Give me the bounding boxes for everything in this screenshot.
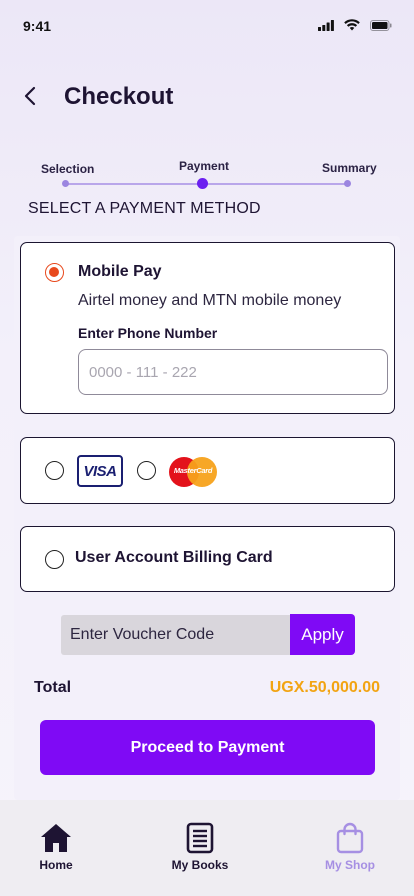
nav-label-my-books: My Books	[171, 858, 229, 872]
billing-card-radio[interactable]	[45, 550, 64, 569]
header: Checkout	[0, 80, 414, 116]
status-bar: 9:41	[0, 0, 414, 52]
apply-voucher-button[interactable]: Apply	[290, 614, 355, 655]
status-time: 9:41	[23, 18, 52, 34]
visa-radio[interactable]	[45, 461, 64, 480]
mastercard-logo: MasterCard	[169, 457, 217, 487]
page-title: Checkout	[64, 83, 174, 110]
book-icon	[186, 822, 214, 859]
billing-card-label: User Account Billing Card	[75, 549, 273, 566]
nav-item-my-shop[interactable]: My Shop	[300, 818, 400, 880]
phone-number-label: Enter Phone Number	[78, 325, 218, 341]
step-label-selection: Selection	[41, 162, 95, 176]
mobile-pay-card[interactable]: Mobile Pay Airtel money and MTN mobile m…	[20, 242, 395, 414]
card-payment-card: VISA MasterCard	[20, 437, 395, 504]
voucher-code-input[interactable]	[61, 615, 290, 655]
battery-icon	[370, 18, 392, 36]
signal-icon	[318, 18, 334, 36]
status-icons	[318, 18, 392, 36]
mobile-pay-subtitle: Airtel money and MTN mobile money	[78, 292, 342, 309]
section-title: SELECT A PAYMENT METHOD	[28, 200, 261, 217]
home-icon	[39, 822, 73, 859]
chevron-left-icon	[23, 86, 37, 111]
proceed-to-payment-button[interactable]: Proceed to Payment	[40, 720, 375, 775]
total-value: UGX.50,000.00	[269, 679, 380, 696]
step-label-summary: Summary	[322, 161, 377, 175]
wifi-icon	[344, 18, 360, 36]
nav-item-home[interactable]: Home	[6, 818, 106, 880]
mobile-pay-title: Mobile Pay	[78, 263, 162, 280]
step-dot-payment	[197, 178, 208, 189]
mobile-pay-radio[interactable]	[45, 263, 64, 282]
step-label-payment: Payment	[179, 159, 230, 173]
back-button[interactable]	[16, 82, 44, 114]
bottom-nav: Home My Books My Shop	[0, 800, 414, 896]
shopping-bag-icon	[336, 822, 364, 859]
phone-number-input[interactable]	[78, 349, 388, 395]
billing-card-option[interactable]: User Account Billing Card	[20, 526, 395, 592]
step-dot-summary	[344, 180, 351, 187]
step-dot-selection	[62, 180, 69, 187]
mastercard-radio[interactable]	[137, 461, 156, 480]
nav-label-home: Home	[39, 858, 73, 872]
visa-logo: VISA	[77, 455, 123, 487]
nav-label-my-shop: My Shop	[325, 858, 375, 872]
total-label: Total	[34, 679, 72, 696]
checkout-stepper: Selection Payment Summary	[0, 156, 414, 196]
mastercard-logo-text: MasterCard	[173, 466, 213, 475]
nav-item-my-books[interactable]: My Books	[150, 818, 250, 880]
